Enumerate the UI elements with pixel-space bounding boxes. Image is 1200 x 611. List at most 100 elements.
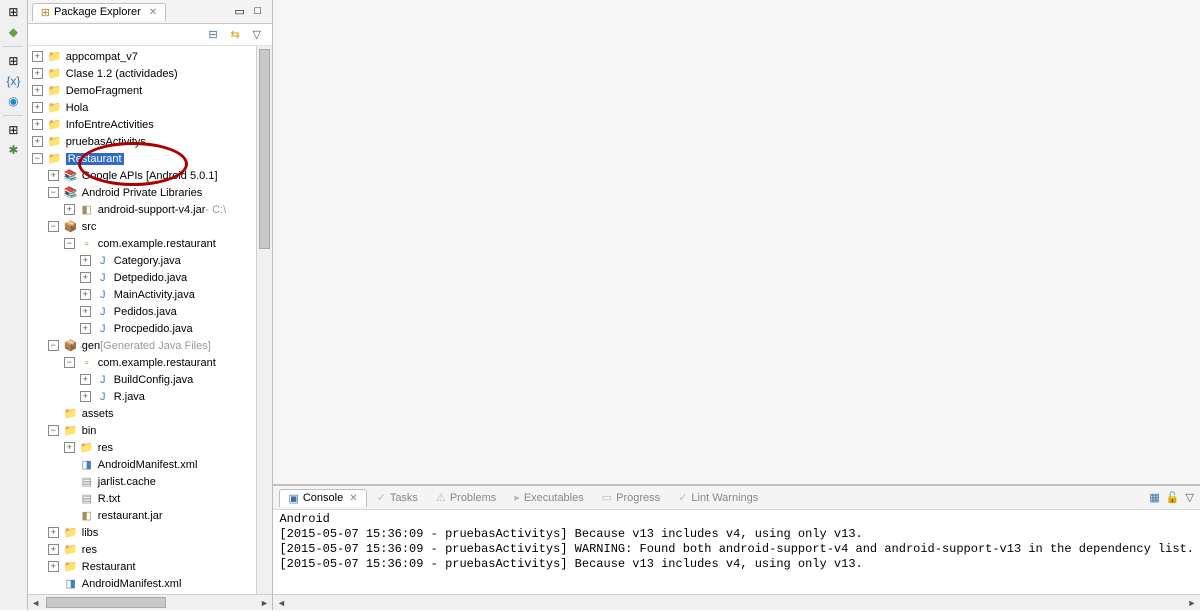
terminal-icon[interactable]: ▦ bbox=[1149, 491, 1159, 504]
minimize-icon[interactable]: ▭ bbox=[234, 5, 248, 19]
package-explorer-tab[interactable]: ⊞ Package Explorer ✕ bbox=[32, 3, 166, 21]
tree-item[interactable]: −📚Android Private Libraries bbox=[28, 184, 273, 201]
scroll-right-icon[interactable]: ► bbox=[1184, 595, 1200, 611]
close-icon[interactable]: ✕ bbox=[149, 7, 157, 18]
restore-view-icon[interactable]: ⊞ bbox=[5, 53, 21, 69]
expand-icon[interactable]: − bbox=[32, 153, 43, 164]
tree-item[interactable]: −📁bin bbox=[28, 422, 273, 439]
tab-executables[interactable]: ▸Executables bbox=[506, 489, 591, 506]
tree-item[interactable]: +JBuildConfig.java bbox=[28, 371, 273, 388]
tree-item[interactable]: ◨AndroidManifest.xml bbox=[28, 575, 273, 592]
console-horizontal-scrollbar[interactable]: ◄ ► bbox=[273, 594, 1200, 610]
scrollbar-thumb[interactable] bbox=[46, 597, 166, 608]
tree-item-label: Restaurant bbox=[66, 153, 124, 165]
expand-icon[interactable]: + bbox=[80, 255, 91, 266]
tree-item[interactable]: +JCategory.java bbox=[28, 252, 273, 269]
tree-item[interactable]: +📁res bbox=[28, 439, 273, 456]
expand-icon[interactable]: − bbox=[48, 221, 59, 232]
expand-icon[interactable]: + bbox=[64, 204, 75, 215]
tree-item[interactable]: +JProcpedido.java bbox=[28, 320, 273, 337]
tree-item[interactable]: +📁res bbox=[28, 541, 273, 558]
scroll-left-icon[interactable]: ◄ bbox=[273, 595, 289, 611]
console-output[interactable]: Android [2015-05-07 15:36:09 - pruebasAc… bbox=[273, 510, 1200, 594]
tree-item[interactable]: 📁assets bbox=[28, 405, 273, 422]
expand-icon[interactable]: + bbox=[48, 527, 59, 538]
tab-progress[interactable]: ▭Progress bbox=[594, 489, 668, 506]
expand-icon[interactable]: + bbox=[48, 561, 59, 572]
expand-icon[interactable]: + bbox=[32, 102, 43, 113]
tree-item[interactable]: +JMainActivity.java bbox=[28, 286, 273, 303]
tree-item[interactable]: +📁DemoFragment bbox=[28, 82, 273, 99]
tab-label: Package Explorer bbox=[54, 6, 141, 18]
vertical-scrollbar[interactable] bbox=[256, 46, 272, 594]
tree-item-label: R.java bbox=[114, 391, 145, 403]
horizontal-scrollbar[interactable]: ◄ ► bbox=[28, 594, 273, 610]
expand-icon[interactable]: − bbox=[48, 187, 59, 198]
tree-item[interactable]: +JDetpedido.java bbox=[28, 269, 273, 286]
expand-icon[interactable]: + bbox=[32, 119, 43, 130]
tree-item[interactable]: −📦src bbox=[28, 218, 273, 235]
expand-icon[interactable]: + bbox=[32, 51, 43, 62]
expand-icon[interactable]: − bbox=[48, 340, 59, 351]
tree-item[interactable]: +📁appcompat_v7 bbox=[28, 48, 273, 65]
project-tree[interactable]: +📁appcompat_v7+📁Clase 1.2 (actividades)+… bbox=[28, 46, 273, 610]
tree-item[interactable]: +📚Google APIs [Android 5.0.1] bbox=[28, 167, 273, 184]
expand-icon[interactable]: − bbox=[48, 425, 59, 436]
tree-item[interactable]: ◨AndroidManifest.xml bbox=[28, 456, 273, 473]
tree-item[interactable]: ▤jarlist.cache bbox=[28, 473, 273, 490]
tree-item[interactable]: +JPedidos.java bbox=[28, 303, 273, 320]
expand-icon[interactable]: + bbox=[80, 391, 91, 402]
tab-tasks[interactable]: ✓Tasks bbox=[369, 489, 426, 506]
tree-item[interactable]: ▤R.txt bbox=[28, 490, 273, 507]
expand-icon[interactable]: + bbox=[64, 442, 75, 453]
tree-item[interactable]: +📁InfoEntreActivities bbox=[28, 116, 273, 133]
expand-icon[interactable]: + bbox=[80, 306, 91, 317]
package-explorer-icon: ⊞ bbox=[41, 6, 50, 19]
scroll-right-icon[interactable]: ► bbox=[256, 595, 272, 611]
expand-icon[interactable]: + bbox=[80, 289, 91, 300]
tree-item[interactable]: +◧android-support-v4.jar - C:\ bbox=[28, 201, 273, 218]
debug-icon[interactable]: ✱ bbox=[5, 142, 21, 158]
expand-icon[interactable]: + bbox=[32, 85, 43, 96]
expand-icon[interactable]: + bbox=[48, 544, 59, 555]
link-editor-icon[interactable]: ⇆ bbox=[230, 28, 244, 42]
close-icon[interactable]: ✕ bbox=[349, 493, 357, 504]
breakpoints-icon[interactable]: ◉ bbox=[5, 93, 21, 109]
restore-view-icon[interactable]: ⊞ bbox=[5, 122, 21, 138]
maximize-icon[interactable]: □ bbox=[254, 5, 268, 19]
expand-icon[interactable]: + bbox=[80, 272, 91, 283]
view-menu-icon[interactable]: ▽ bbox=[252, 28, 266, 42]
android-icon[interactable]: ◆ bbox=[5, 24, 21, 40]
tab-lint-warnings[interactable]: ✓Lint Warnings bbox=[670, 489, 766, 506]
expand-icon[interactable]: + bbox=[48, 170, 59, 181]
expand-icon[interactable]: − bbox=[64, 238, 75, 249]
view-menu-icon[interactable]: ▽ bbox=[1186, 491, 1194, 504]
tree-item[interactable]: +📁Clase 1.2 (actividades) bbox=[28, 65, 273, 82]
expand-icon[interactable]: + bbox=[32, 68, 43, 79]
expand-icon[interactable]: + bbox=[32, 136, 43, 147]
expand-icon[interactable]: + bbox=[80, 323, 91, 334]
expand-icon[interactable]: + bbox=[80, 374, 91, 385]
tree-item[interactable]: −▫com.example.restaurant bbox=[28, 235, 273, 252]
restore-view-icon[interactable]: ⊞ bbox=[5, 4, 21, 20]
pin-icon[interactable]: 🔓 bbox=[1166, 491, 1180, 504]
tree-item[interactable]: +JR.java bbox=[28, 388, 273, 405]
tree-item-label: res bbox=[82, 544, 97, 556]
x-icon[interactable]: {x} bbox=[5, 73, 21, 89]
tree-item-label: bin bbox=[82, 425, 97, 437]
tree-item[interactable]: −▫com.example.restaurant bbox=[28, 354, 273, 371]
tree-item[interactable]: +📁pruebasActivitys bbox=[28, 133, 273, 150]
collapse-all-icon[interactable]: ⊟ bbox=[208, 28, 222, 42]
tab-problems[interactable]: ⚠Problems bbox=[428, 489, 504, 506]
tree-item[interactable]: ◧restaurant.jar bbox=[28, 507, 273, 524]
scrollbar-thumb[interactable] bbox=[259, 49, 270, 249]
tree-item[interactable]: −📦gen [Generated Java Files] bbox=[28, 337, 273, 354]
tree-item[interactable]: +📁Restaurant bbox=[28, 558, 273, 575]
tree-item-label: AndroidManifest.xml bbox=[82, 578, 182, 590]
tab-console[interactable]: ▣Console✕ bbox=[279, 489, 366, 507]
tree-item[interactable]: +📁libs bbox=[28, 524, 273, 541]
expand-icon[interactable]: − bbox=[64, 357, 75, 368]
scroll-left-icon[interactable]: ◄ bbox=[28, 595, 44, 611]
tree-item[interactable]: +📁Hola bbox=[28, 99, 273, 116]
tree-item[interactable]: −📁Restaurant bbox=[28, 150, 273, 167]
